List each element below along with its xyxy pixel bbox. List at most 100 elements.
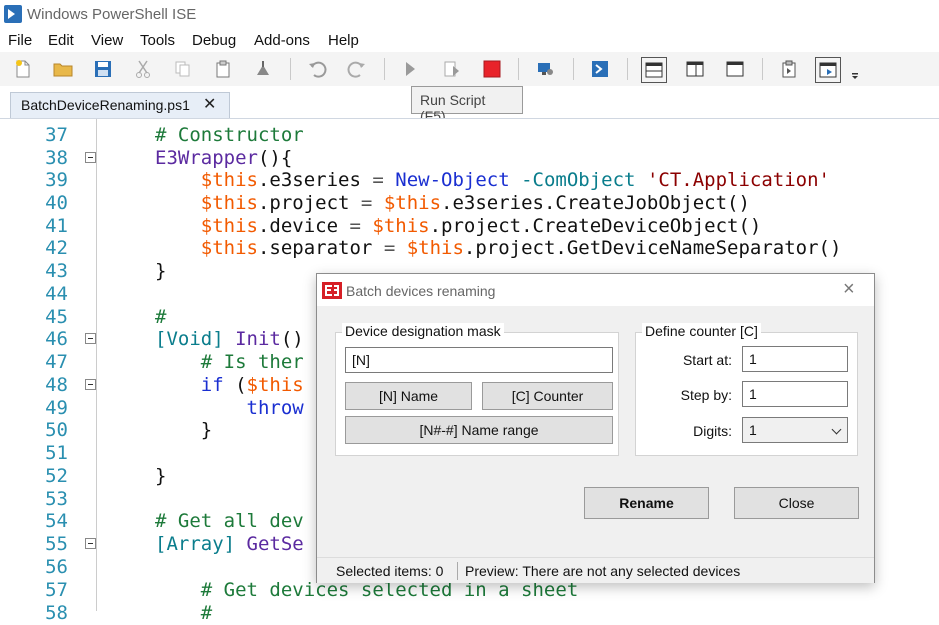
- code-token: $this: [372, 215, 430, 237]
- menu-edit[interactable]: Edit: [48, 32, 74, 49]
- layout-top-icon[interactable]: [641, 57, 667, 83]
- cut-icon[interactable]: [131, 57, 155, 81]
- code-line[interactable]: 38 E3Wrapper(){: [0, 147, 939, 170]
- code-token: .e3series: [257, 169, 373, 191]
- menu-debug[interactable]: Debug: [192, 32, 236, 49]
- code-token: }: [155, 419, 213, 441]
- toolbar-overflow-icon[interactable]: [848, 57, 862, 81]
- window-title: Windows PowerShell ISE: [27, 6, 197, 23]
- layout-right-icon[interactable]: [683, 57, 707, 81]
- copy-icon[interactable]: [171, 57, 195, 81]
- code-line[interactable]: 37 # Constructor: [0, 124, 939, 147]
- code-token: [Array]: [155, 533, 236, 555]
- code-line[interactable]: 40 $this.project = $this.e3series.Create…: [0, 192, 939, 215]
- step-by-input[interactable]: 1: [742, 381, 848, 407]
- code-token: #: [155, 306, 167, 328]
- collapse-icon[interactable]: [85, 152, 96, 163]
- menu-file[interactable]: File: [8, 32, 32, 49]
- menu-help[interactable]: Help: [328, 32, 359, 49]
- addon-tools-icon[interactable]: [815, 57, 841, 83]
- line-number: 38: [45, 147, 68, 169]
- chevron-down-icon: [831, 424, 842, 435]
- digits-select[interactable]: 1: [742, 417, 848, 443]
- counter-button[interactable]: [C] Counter: [482, 382, 613, 410]
- code-token: =: [383, 237, 396, 259]
- clear-icon[interactable]: [251, 57, 275, 81]
- collapse-icon[interactable]: [85, 379, 96, 390]
- menu-addons[interactable]: Add-ons: [254, 32, 310, 49]
- collapse-icon[interactable]: [85, 538, 96, 549]
- snippets-icon[interactable]: [777, 57, 801, 81]
- code-line[interactable]: 41 $this.device = $this.project.CreateDe…: [0, 215, 939, 238]
- title-bar: Windows PowerShell ISE: [0, 0, 939, 30]
- code-text: # Get all dev: [155, 510, 304, 533]
- code-token: 'CT.Application': [646, 169, 830, 191]
- code-token: [Void]: [155, 328, 224, 350]
- start-at-input[interactable]: 1: [742, 346, 848, 372]
- run-script-icon[interactable]: [398, 57, 422, 81]
- code-token: }: [155, 465, 167, 487]
- mask-input[interactable]: [N]: [345, 347, 613, 373]
- remote-powershell-icon[interactable]: [533, 57, 557, 81]
- code-line[interactable]: 58 #: [0, 602, 939, 625]
- toolbar-separator: [384, 58, 385, 80]
- code-line[interactable]: 39 $this.e3series = New-Object -ComObjec…: [0, 169, 939, 192]
- save-icon[interactable]: [91, 57, 115, 81]
- code-token: throw: [246, 397, 304, 419]
- close-icon[interactable]: ×: [843, 278, 855, 301]
- line-number: 50: [45, 419, 68, 441]
- code-text: $this.separator = $this.project.GetDevic…: [155, 237, 842, 260]
- new-file-icon[interactable]: [11, 57, 35, 81]
- undo-icon[interactable]: [305, 57, 329, 81]
- toolbar: [0, 52, 939, 87]
- code-token: Init: [235, 328, 281, 350]
- dialog-title: Batch devices renaming: [346, 283, 496, 299]
- code-text: # Is ther: [155, 351, 304, 374]
- line-number: 58: [45, 602, 68, 624]
- name-button[interactable]: [N] Name: [345, 382, 472, 410]
- collapse-icon[interactable]: [85, 333, 96, 344]
- code-token: if: [200, 374, 224, 396]
- close-icon[interactable]: ✕: [203, 94, 216, 114]
- layout-max-icon[interactable]: [723, 57, 747, 81]
- line-number: 45: [45, 306, 68, 328]
- menu-view[interactable]: View: [91, 32, 123, 49]
- line-number: 54: [45, 510, 68, 532]
- close-button[interactable]: Close: [734, 487, 859, 519]
- redo-icon[interactable]: [345, 57, 369, 81]
- mask-group-title: Device designation mask: [342, 323, 504, 339]
- code-text: #: [155, 306, 166, 329]
- code-token: .device: [257, 215, 350, 237]
- menu-tools[interactable]: Tools: [140, 32, 175, 49]
- line-number: 42: [45, 237, 68, 259]
- code-token: $this: [383, 192, 442, 214]
- digits-value: 1: [749, 422, 757, 438]
- powershell-console-icon[interactable]: [588, 57, 612, 81]
- toolbar-separator: [518, 58, 519, 80]
- tab-batchdevicerenaming[interactable]: BatchDeviceRenaming.ps1 ✕: [10, 92, 230, 118]
- run-selection-icon[interactable]: [440, 57, 464, 81]
- stop-icon[interactable]: [480, 57, 504, 81]
- line-number: 53: [45, 488, 68, 510]
- open-folder-icon[interactable]: [51, 57, 75, 81]
- code-token: .separator: [257, 237, 384, 259]
- code-token: .project.CreateDeviceObject(): [429, 215, 762, 237]
- code-token: # Is ther: [200, 351, 304, 373]
- code-text: $this.project = $this.e3series.CreateJob…: [155, 192, 750, 215]
- name-range-button[interactable]: [N#-#] Name range: [345, 416, 613, 444]
- rename-button[interactable]: Rename: [584, 487, 709, 519]
- code-token: # Constructor: [155, 124, 304, 146]
- paste-icon[interactable]: [211, 57, 235, 81]
- code-token: .project: [257, 192, 361, 214]
- code-line[interactable]: 42 $this.separator = $this.project.GetDe…: [0, 237, 939, 260]
- code-text: $this.device = $this.project.CreateDevic…: [155, 215, 762, 238]
- toolbar-separator: [573, 58, 574, 80]
